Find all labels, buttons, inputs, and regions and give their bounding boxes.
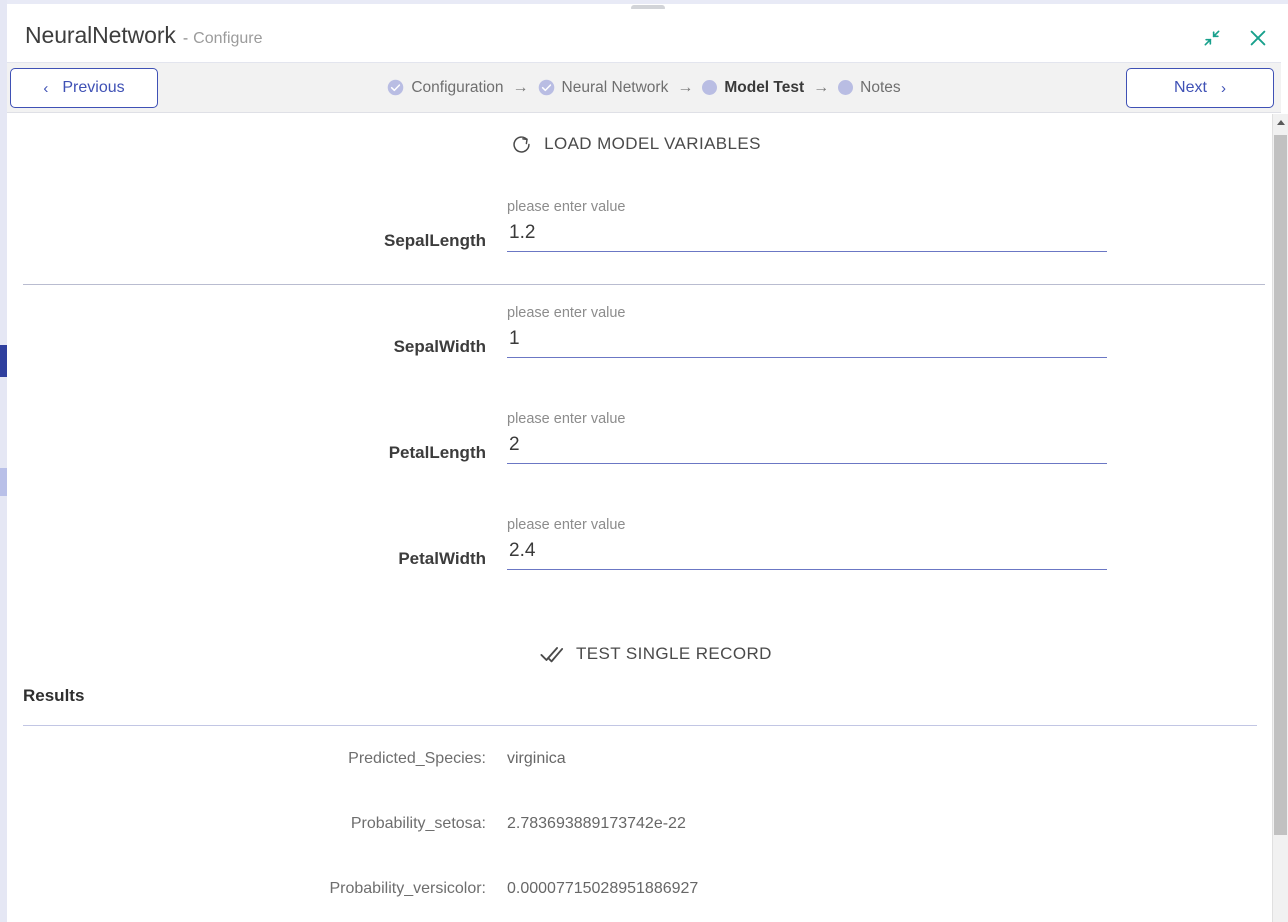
done-all-icon: [540, 647, 564, 663]
petalwidth-input[interactable]: [507, 540, 1107, 570]
rail-marker-secondary: [0, 468, 7, 496]
configure-dialog-window: NeuralNetwork - Configure ‹ Previous Con…: [7, 4, 1288, 922]
application-root: NeuralNetwork - Configure ‹ Previous Con…: [0, 0, 1288, 922]
step-label-neural-network: Neural Network: [561, 78, 669, 96]
result-label-probability-versicolor: Probability_versicolor:: [329, 879, 486, 897]
field-hint-sepallength: please enter value: [507, 199, 626, 215]
step-arrow-3: →: [813, 78, 830, 96]
load-model-variables-label: LOAD MODEL VARIABLES: [544, 134, 761, 153]
scroll-up-arrow-icon[interactable]: [1273, 114, 1288, 131]
left-edge-rail: [0, 0, 7, 922]
field-input-wrap-petalwidth: please enter value: [507, 517, 1107, 570]
dialog-title: NeuralNetwork - Configure: [25, 22, 263, 49]
collapse-icon[interactable]: [1199, 25, 1225, 51]
step-configuration[interactable]: Configuration: [387, 78, 504, 97]
field-row-sepallength: SepalLength please enter value: [7, 199, 1265, 305]
refresh-icon: [513, 135, 530, 153]
test-single-record-label: TEST SINGLE RECORD: [576, 644, 772, 663]
dialog-title-subtitle: Configure: [193, 30, 263, 47]
step-label-notes: Notes: [860, 78, 901, 96]
result-row-probability-setosa: Probability_setosa: 2.783693889173742e-2…: [7, 791, 1265, 856]
step-model-test[interactable]: Model Test: [702, 79, 804, 97]
field-hint-petallength: please enter value: [507, 411, 626, 427]
window-actions: [1199, 25, 1271, 51]
sepallength-input[interactable]: [507, 222, 1107, 252]
dialog-titlebar: NeuralNetwork - Configure: [7, 9, 1281, 63]
step-label-model-test: Model Test: [724, 78, 805, 96]
field-hint-petalwidth: please enter value: [507, 517, 626, 533]
step-label-configuration: Configuration: [411, 78, 504, 96]
field-label-sepalwidth: SepalWidth: [393, 337, 486, 356]
close-icon[interactable]: [1245, 25, 1271, 51]
load-model-variables-row: LOAD MODEL VARIABLES: [7, 114, 1265, 174]
field-input-wrap-sepalwidth: please enter value: [507, 305, 1107, 358]
chevron-left-icon: ‹: [43, 79, 49, 97]
check-circle-icon: [538, 79, 554, 96]
test-single-record-button[interactable]: TEST SINGLE RECORD: [534, 643, 778, 665]
scrollbar-thumb[interactable]: [1274, 135, 1287, 835]
test-single-record-row: TEST SINGLE RECORD: [7, 629, 1265, 679]
field-row-petallength: PetalLength please enter value: [7, 411, 1265, 517]
wizard-stepper: Configuration → Neural Network → Model T…: [7, 63, 1281, 112]
step-neural-network[interactable]: Neural Network: [538, 78, 669, 97]
previous-button[interactable]: ‹ Previous: [10, 68, 158, 108]
step-arrow-1: →: [512, 78, 529, 96]
chevron-right-icon: ›: [1220, 79, 1226, 97]
step-notes[interactable]: Notes: [838, 79, 901, 97]
dot-icon: [702, 80, 718, 95]
result-row-predicted-species: Predicted_Species: virginica: [7, 726, 1265, 791]
dot-icon: [838, 80, 854, 95]
model-test-panel: LOAD MODEL VARIABLES SepalLength please …: [7, 114, 1265, 922]
field-row-sepalwidth: SepalWidth please enter value: [7, 305, 1265, 411]
rail-marker-active: [0, 345, 7, 377]
field-hint-sepalwidth: please enter value: [507, 305, 626, 321]
next-button-label: Next: [1174, 79, 1207, 96]
load-model-variables-button[interactable]: LOAD MODEL VARIABLES: [505, 133, 767, 156]
check-circle-icon: [388, 79, 404, 96]
result-label-predicted-species: Predicted_Species:: [348, 749, 486, 767]
results-heading: Results: [23, 686, 85, 705]
field-label-petallength: PetalLength: [388, 443, 486, 462]
field-input-wrap-sepallength: please enter value: [507, 199, 1107, 252]
result-value-probability-versicolor: 0.00007715028951886927: [507, 879, 699, 897]
vertical-scrollbar[interactable]: [1272, 114, 1288, 922]
next-button[interactable]: Next ›: [1126, 68, 1274, 108]
field-label-sepallength: SepalLength: [383, 231, 486, 250]
sepalwidth-input[interactable]: [507, 328, 1107, 358]
result-value-predicted-species: virginica: [507, 749, 566, 767]
field-row-petalwidth: PetalWidth please enter value: [7, 517, 1265, 623]
step-arrow-2: →: [677, 78, 694, 96]
dialog-title-separator: -: [182, 30, 189, 47]
wizard-navbar: ‹ Previous Configuration → Neural Networ…: [7, 63, 1281, 113]
previous-button-label: Previous: [62, 79, 125, 96]
result-row-probability-versicolor: Probability_versicolor: 0.00007715028951…: [7, 856, 1265, 921]
field-input-wrap-petallength: please enter value: [507, 411, 1107, 464]
petallength-input[interactable]: [507, 434, 1107, 464]
field-label-petalwidth: PetalWidth: [398, 549, 486, 568]
dialog-title-main: NeuralNetwork: [25, 22, 176, 48]
result-label-probability-setosa: Probability_setosa:: [350, 814, 486, 832]
result-value-probability-setosa: 2.783693889173742e-22: [507, 814, 686, 832]
